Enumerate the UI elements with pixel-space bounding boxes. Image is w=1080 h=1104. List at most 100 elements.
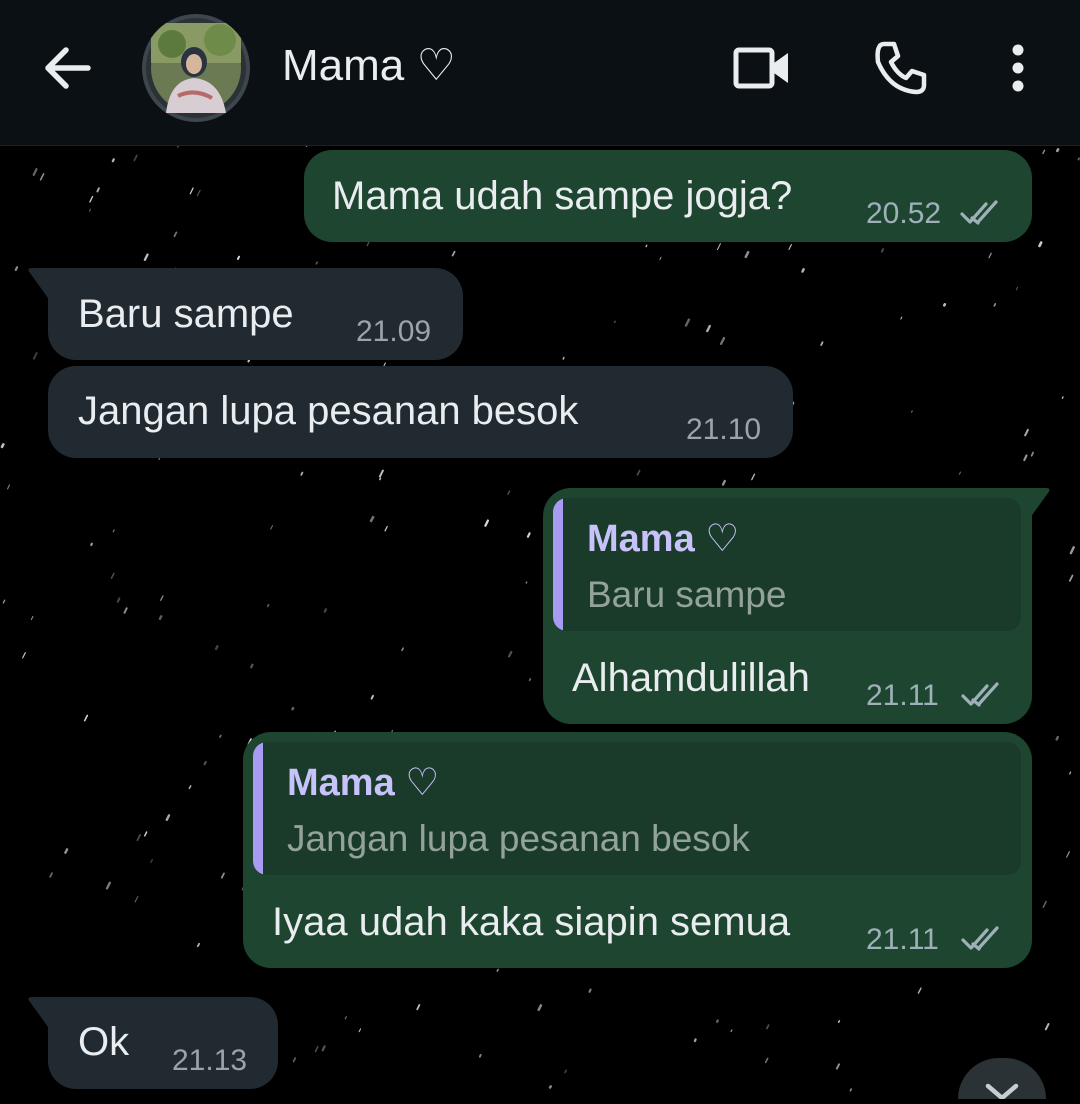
wallpaper-star [321, 1045, 326, 1052]
avatar[interactable] [142, 14, 250, 122]
wallpaper-star [83, 714, 89, 722]
message-text: Baru sampe [78, 292, 294, 336]
wallpaper-star [314, 1045, 319, 1053]
wallpaper-star [562, 356, 565, 360]
wallpaper-star [835, 1063, 841, 1070]
message-list[interactable]: Mama udah sampe jogja? 20.52 Baru sampe … [0, 146, 1080, 1099]
wallpaper-star [378, 469, 384, 478]
wallpaper-star [788, 243, 793, 251]
double-check-icon [960, 200, 998, 225]
video-call-button[interactable] [730, 36, 794, 100]
wallpaper-star [369, 515, 375, 523]
wallpaper-star [7, 484, 11, 490]
wallpaper-star [484, 519, 490, 527]
message-text: Mama udah sampe jogja? [332, 174, 793, 218]
wallpaper-star [801, 268, 805, 273]
wallpaper-star [90, 542, 93, 547]
wallpaper-star [49, 872, 53, 878]
wallpaper-star [270, 525, 273, 530]
more-options-button[interactable] [986, 36, 1050, 100]
wallpaper-star [507, 490, 511, 495]
wallpaper-star [64, 848, 69, 854]
message-text: Jangan lupa pesanan besok [78, 389, 579, 433]
quoted-message[interactable]: Mama ♡ Jangan lupa pesanan besok [253, 742, 1021, 875]
wallpaper-star [849, 1088, 853, 1092]
message-bubble-incoming[interactable]: Baru sampe 21.09 [48, 268, 463, 360]
wallpaper-star [291, 706, 295, 711]
wallpaper-star [158, 457, 161, 461]
wallpaper-star [292, 1057, 297, 1063]
scroll-to-bottom-button[interactable] [958, 1058, 1046, 1101]
wallpaper-star [315, 261, 319, 265]
wallpaper-star [1044, 1023, 1050, 1031]
wallpaper-star [134, 896, 139, 903]
wallpaper-star [820, 341, 824, 346]
wallpaper-star [219, 734, 222, 738]
wallpaper-star [1024, 428, 1029, 437]
back-button[interactable] [36, 36, 100, 100]
message-text: Iyaa udah kaka siapin semua [272, 900, 791, 944]
message-bubble-outgoing[interactable]: Mama ♡ Jangan lupa pesanan besok Iyaa ud… [243, 732, 1032, 968]
wallpaper-star [659, 256, 662, 261]
wallpaper-star [379, 477, 382, 481]
message-time: 21.10 [686, 413, 762, 446]
wallpaper-star [300, 471, 304, 476]
wallpaper-star [116, 597, 121, 603]
message-time: 21.13 [172, 1044, 248, 1077]
message-bubble-incoming[interactable]: Jangan lupa pesanan besok 21.10 [48, 366, 793, 458]
wallpaper-star [636, 469, 641, 476]
wallpaper-star [910, 410, 913, 413]
wallpaper-star [684, 318, 691, 327]
wallpaper-star [22, 652, 26, 659]
wallpaper-star [32, 352, 38, 360]
wallpaper-star [0, 443, 5, 449]
wallpaper-star [496, 968, 499, 972]
wallpaper-star [730, 1029, 733, 1033]
message-bubble-outgoing[interactable]: Mama udah sampe jogja? 20.52 [304, 150, 1032, 242]
wallpaper-star [1061, 396, 1064, 399]
wallpaper-star [719, 336, 726, 345]
wallpaper-star [105, 881, 111, 890]
wallpaper-star [173, 231, 178, 238]
wallpaper-star [143, 831, 148, 837]
message-time: 21.09 [356, 315, 432, 348]
wallpaper-star [188, 785, 192, 790]
message-bubble-outgoing[interactable]: Mama ♡ Baru sampe Alhamdulillah 21.11 [543, 488, 1032, 724]
wallpaper-star [1069, 546, 1075, 555]
wallpaper-star [744, 250, 750, 259]
wallpaper-star [478, 1053, 482, 1058]
wallpaper-star [203, 760, 207, 766]
message-bubble-incoming[interactable]: Ok 21.13 [48, 997, 278, 1089]
wallpaper-star [89, 208, 91, 212]
wallpaper-star [537, 1004, 543, 1012]
wallpaper-star [416, 1004, 421, 1011]
video-camera-icon [733, 47, 788, 89]
wallpaper-star [344, 1016, 347, 1020]
contact-name[interactable]: Mama ♡ [282, 38, 456, 94]
wallpaper-star [993, 303, 997, 307]
quoted-message[interactable]: Mama ♡ Baru sampe [553, 498, 1021, 631]
quoted-author: Mama ♡ [587, 518, 740, 560]
wallpaper-star [158, 615, 163, 621]
wallpaper-star [32, 168, 38, 176]
wallpaper-star [112, 529, 115, 533]
wallpaper-star [1042, 149, 1046, 155]
wallpaper-star [1056, 148, 1060, 153]
wallpaper-star [214, 645, 219, 651]
wallpaper-star [384, 525, 388, 532]
wallpaper-star [1042, 900, 1047, 908]
wallpaper-star [564, 1069, 567, 1074]
message-time: 21.11 [866, 923, 939, 956]
wallpaper-star [645, 244, 648, 248]
wallpaper-star [525, 581, 528, 584]
wallpaper-star [715, 1019, 719, 1023]
wallpaper-star [958, 471, 962, 475]
message-time: 21.11 [866, 679, 939, 712]
wallpaper-star [451, 250, 456, 257]
wallpaper-star [1077, 157, 1080, 161]
wallpaper-star [613, 320, 616, 324]
wallpaper-star [1055, 735, 1060, 741]
wallpaper-star [150, 859, 154, 864]
wallpaper-star [196, 942, 201, 948]
voice-call-button[interactable] [868, 36, 932, 100]
